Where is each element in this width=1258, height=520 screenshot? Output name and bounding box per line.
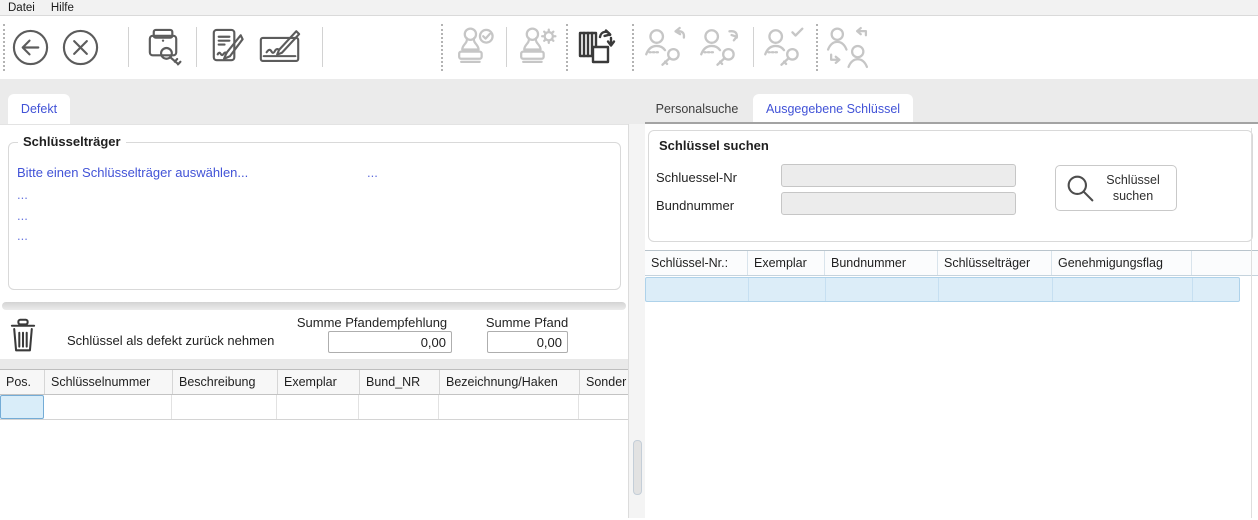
bundle-number-label: Bundnummer (656, 198, 735, 213)
sum-deposit-input[interactable] (487, 331, 568, 353)
back-button[interactable] (6, 21, 54, 73)
toolbar-grip (566, 24, 568, 71)
column-header[interactable]: Sonder (580, 370, 628, 394)
keyholder-row[interactable]: ... (17, 208, 28, 223)
tab-ausgegebene-schluessel-label: Ausgegebene Schlüssel (765, 102, 901, 116)
toolbar-separator (753, 27, 754, 67)
column-header[interactable]: Schlüsselnummer (45, 370, 173, 394)
key-search-groupbox: Schlüssel suchen Schluessel-Nr Bundnumme… (648, 130, 1253, 242)
key-search-button-label: Schlüssel suchen (1106, 172, 1160, 203)
key-search-group-title: Schlüssel suchen (659, 138, 769, 153)
person-swap-icon (825, 25, 870, 70)
toolbar-separator (196, 27, 197, 67)
selected-cell[interactable] (0, 395, 44, 419)
key-approve-button[interactable] (759, 21, 807, 73)
section-divider (2, 302, 626, 310)
stamp-settings-button[interactable] (512, 21, 560, 73)
column-header[interactable]: Genehmigungsflag (1052, 251, 1192, 275)
toolbar-separator (506, 27, 507, 67)
key-number-label: Schluessel-Nr (656, 170, 737, 185)
person-swap-button[interactable] (823, 21, 871, 73)
toolbar-grip (816, 24, 818, 71)
ausgegebene-schluessel-panel: Schlüssel suchen Schluessel-Nr Bundnumme… (645, 122, 1258, 520)
tab-defekt[interactable]: Defekt (8, 94, 70, 124)
key-issue-icon (696, 24, 742, 70)
splitter-handle[interactable] (633, 440, 642, 495)
defect-action-label: Schlüssel als defekt zurück nehmen (67, 333, 275, 348)
table-top-strip (0, 359, 628, 369)
keyholder-row[interactable]: ... (17, 228, 28, 243)
toolbar-grip (441, 24, 443, 71)
signature-pad-icon (257, 26, 303, 69)
menu-item-hilfe[interactable]: Hilfe (43, 0, 82, 15)
bundle-number-input[interactable] (781, 192, 1016, 215)
toolbar-separator (128, 27, 129, 67)
column-header[interactable]: Bund_NR (360, 370, 440, 394)
column-header[interactable]: Bundnummer (825, 251, 938, 275)
keyholder-group-title: Schlüsselträger (18, 134, 126, 149)
swap-keycards-icon (573, 25, 617, 69)
cancel-button[interactable] (56, 21, 104, 73)
column-header-filler (1192, 251, 1258, 275)
keyholder-prompt[interactable]: Bitte einen Schlüsselträger auswählen... (17, 165, 248, 180)
right-edge-border (1251, 128, 1252, 518)
defect-table-header: Pos. Schlüsselnummer Beschreibung Exempl… (0, 369, 628, 395)
signature-pad-button[interactable] (256, 21, 304, 73)
search-icon (1065, 173, 1096, 204)
back-icon (11, 28, 50, 67)
keyholder-row[interactable]: ... (17, 187, 28, 202)
sum-recommendation-input[interactable] (328, 331, 452, 353)
column-header[interactable]: Beschreibung (173, 370, 278, 394)
toolbar-grip (3, 24, 5, 71)
column-header[interactable]: Exemplar (748, 251, 825, 275)
keyholder-ellipsis[interactable]: ... (367, 165, 378, 180)
edit-document-button[interactable] (202, 21, 250, 73)
toolbar (0, 16, 1258, 79)
key-search-button[interactable]: Schlüssel suchen (1055, 165, 1177, 211)
stamp-approve-button[interactable] (450, 21, 498, 73)
cancel-icon (61, 28, 100, 67)
trash-icon[interactable] (9, 317, 37, 354)
tab-defekt-label: Defekt (20, 102, 58, 116)
column-header[interactable]: Schlüssel-Nr.: (645, 251, 748, 275)
issued-keys-table-header: Schlüssel-Nr.: Exemplar Bundnummer Schlü… (645, 250, 1258, 276)
key-return-icon (641, 24, 687, 70)
menu-bar: Datei Hilfe (0, 0, 1258, 16)
column-header[interactable]: Schlüsselträger (938, 251, 1052, 275)
key-return-button[interactable] (640, 21, 688, 73)
stamp-settings-icon (514, 25, 559, 70)
defekt-panel: Schlüsselträger Bitte einen Schlüsselträ… (0, 124, 628, 519)
tab-personalsuche-label: Personalsuche (655, 102, 739, 116)
tab-strip: Defekt Personalsuche Ausgegebene Schlüss… (0, 79, 1258, 124)
issued-keys-selected-row[interactable] (645, 277, 1240, 302)
key-approve-icon (760, 24, 806, 70)
tab-ausgegebene-schluessel[interactable]: Ausgegebene Schlüssel (753, 94, 913, 124)
print-key-button[interactable] (140, 21, 188, 73)
key-issue-button[interactable] (695, 21, 743, 73)
defect-table-row[interactable] (0, 395, 628, 420)
toolbar-separator (322, 27, 323, 67)
sum-deposit-label: Summe Pfand (485, 315, 569, 330)
key-number-input[interactable] (781, 164, 1016, 187)
column-header[interactable]: Exemplar (278, 370, 360, 394)
swap-keycards-button[interactable] (571, 21, 619, 73)
defect-action-bar: Schlüssel als defekt zurück nehmen Summe… (0, 313, 628, 359)
column-header[interactable]: Bezeichnung/Haken (440, 370, 580, 394)
tab-personalsuche[interactable]: Personalsuche (648, 94, 746, 124)
sum-recommendation-label: Summe Pfandempfehlung (296, 315, 448, 330)
keyholder-groupbox: Schlüsselträger Bitte einen Schlüsselträ… (8, 134, 621, 290)
print-key-icon (143, 26, 186, 69)
stamp-approve-icon (452, 25, 497, 70)
toolbar-grip (632, 24, 634, 71)
menu-item-datei[interactable]: Datei (0, 0, 43, 15)
column-header[interactable]: Pos. (0, 370, 45, 394)
edit-document-icon (205, 26, 248, 69)
